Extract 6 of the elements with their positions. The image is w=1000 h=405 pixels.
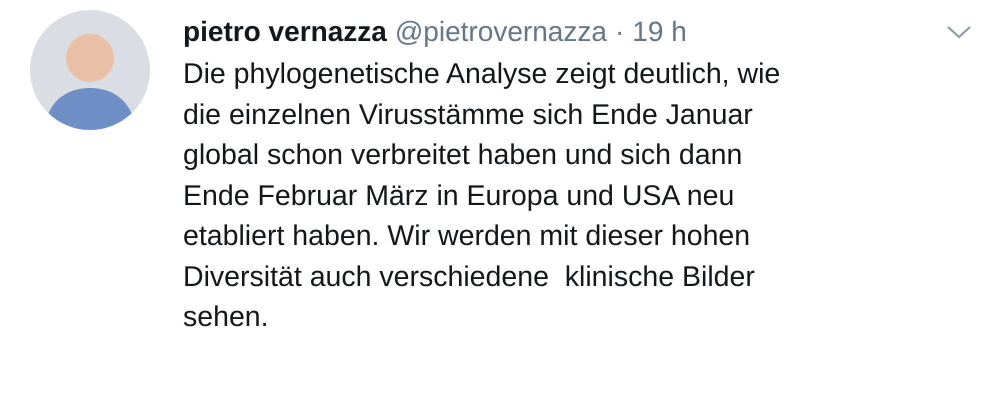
separator: · <box>614 16 624 48</box>
tweet-text: Die phylogenetische Analyse zeigt deutlich, wie die einzelnen Virusstämme sich Ende Januar global schon verbreitet haben und sich dann Ende Februar März in Europa und USA neu etabliert haben. Wir werden mit dieser hohen Diversität auch verschiedene klinische Bilder sehen. <box>183 57 782 335</box>
author-handle[interactable]: @pietrovernazza <box>394 16 607 48</box>
author-name[interactable]: pietro vernazza <box>183 16 387 48</box>
chevron-down-icon[interactable] <box>946 24 972 40</box>
timestamp[interactable]: 19 h <box>632 16 687 48</box>
